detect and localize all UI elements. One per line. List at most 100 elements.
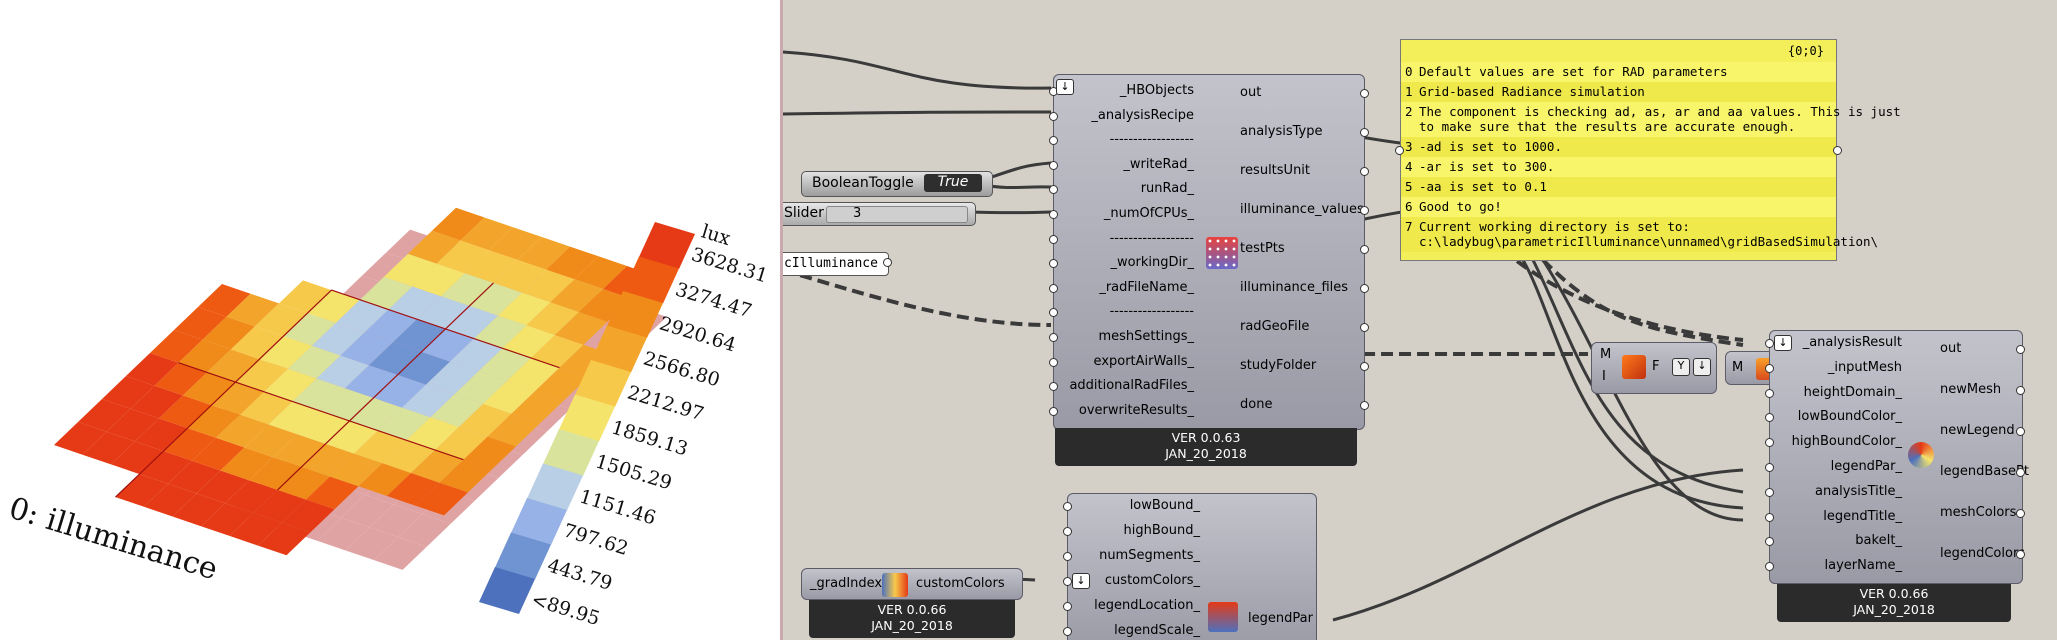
text-parameter-output-grip[interactable] [883, 258, 892, 267]
slider-track[interactable]: 3 [826, 206, 968, 223]
output-8[interactable]: done [1240, 397, 1272, 412]
input-4[interactable]: runRad_ [1064, 181, 1194, 196]
input-13[interactable]: overwriteResults_ [1064, 403, 1194, 418]
recolor-input-7[interactable]: legendTitle_ [1776, 509, 1902, 524]
output-grip-7[interactable] [1360, 362, 1369, 371]
input-9[interactable]: ------------------ [1064, 304, 1194, 319]
input-8[interactable]: _radFileName_ [1064, 280, 1194, 295]
input-7[interactable]: _workingDir_ [1064, 255, 1194, 270]
recolor-output-grip-3[interactable] [2016, 468, 2025, 477]
legend-par-output[interactable]: legendPar [1248, 611, 1313, 626]
recolor-output-4[interactable]: meshColors [1940, 505, 2016, 520]
input-grip-4[interactable] [1049, 185, 1058, 195]
recolor-input-grip-0[interactable] [1765, 339, 1774, 348]
legend-input-0[interactable]: lowBound_ [1074, 498, 1200, 513]
input-2[interactable]: ------------------ [1064, 132, 1194, 147]
boolean-toggle[interactable]: BooleanToggle True [801, 171, 993, 197]
recolor-input-2[interactable]: heightDomain_ [1776, 385, 1902, 400]
recolor-output-grip-4[interactable] [2016, 509, 2025, 518]
recolor-input-grip-6[interactable] [1765, 487, 1774, 497]
recolor-input-9[interactable]: layerName_ [1776, 558, 1902, 573]
recolor-input-8[interactable]: bakeIt_ [1776, 533, 1902, 548]
recolor-input-3[interactable]: lowBoundColor_ [1776, 409, 1902, 424]
input-grip-2[interactable] [1049, 136, 1058, 146]
output-grip-4[interactable] [1360, 245, 1369, 254]
panel-input-grip[interactable] [1395, 146, 1404, 155]
legend-input-4[interactable]: legendLocation_ [1074, 598, 1200, 613]
recolor-input-5[interactable]: legendPar_ [1776, 459, 1902, 474]
output-grip-1[interactable] [1360, 128, 1369, 137]
legend-input-3[interactable]: customColors_ [1074, 573, 1200, 588]
legend-input-1[interactable]: highBound_ [1074, 523, 1200, 538]
recolor-input-6[interactable]: analysisTitle_ [1776, 484, 1902, 499]
recolor-output-5[interactable]: legendColors [1940, 546, 2025, 561]
legend-input-grip-2[interactable] [1063, 552, 1072, 561]
output-7[interactable]: studyFolder [1240, 358, 1316, 373]
output-5[interactable]: illuminance_files [1240, 280, 1348, 295]
recolor-input-grip-4[interactable] [1765, 438, 1774, 448]
output-grip-6[interactable] [1360, 323, 1369, 332]
rhino-viewport[interactable]: 3628.31 3274.47 2920.64 2566.80 2212.97 1859.… [0, 0, 780, 640]
output-grip-2[interactable] [1360, 167, 1369, 176]
recolor-output-1[interactable]: newMesh [1940, 382, 2001, 397]
output-grip-5[interactable] [1360, 284, 1369, 293]
recolor-input-grip-2[interactable] [1765, 388, 1774, 398]
recolor-mesh-component[interactable]: _analysisResult _inputMesh heightDomain_lo… [1765, 330, 2029, 584]
recolor-input-grip-3[interactable] [1765, 413, 1774, 423]
gradient-colors-component[interactable]: _gradIndex customColors [801, 568, 1023, 600]
input-12[interactable]: additionalRadFiles_ [1064, 378, 1194, 393]
input-grip-1[interactable] [1049, 111, 1058, 121]
recolor-input-grip-1[interactable] [1765, 363, 1774, 373]
recolor-input-grip-9[interactable] [1765, 562, 1774, 572]
output-grip-3[interactable] [1360, 206, 1369, 215]
output-grip-8[interactable] [1360, 401, 1369, 410]
input-grip-8[interactable] [1049, 283, 1058, 293]
recolor-input-grip-7[interactable] [1765, 512, 1774, 522]
output-2[interactable]: resultsUnit [1240, 163, 1310, 178]
output-4[interactable]: testPts [1240, 241, 1285, 256]
legend-input-grip-4[interactable] [1063, 602, 1072, 611]
input-grip-3[interactable] [1049, 160, 1058, 170]
number-slider[interactable]: Slider 3 [783, 202, 976, 226]
input-grip-12[interactable] [1049, 382, 1058, 392]
output-6[interactable]: radGeoFile [1240, 319, 1309, 334]
legend-parameters-component[interactable]: lowBound_ highBound_ numSegments_ customCol… [1063, 493, 1317, 640]
legend-input-grip-0[interactable] [1063, 502, 1072, 511]
input-3[interactable]: _writeRad_ [1064, 157, 1194, 172]
input-6[interactable]: ------------------ [1064, 231, 1194, 246]
input-grip-9[interactable] [1049, 308, 1058, 318]
output-grip-0[interactable] [1360, 89, 1369, 98]
legend-input-grip-1[interactable] [1063, 527, 1072, 536]
recolor-output-2[interactable]: newLegend [1940, 423, 2015, 438]
recolor-input-0[interactable]: _analysisResult [1776, 335, 1902, 350]
input-grip-11[interactable] [1049, 357, 1058, 367]
run-daylight-analysis-component[interactable]: _HBObjects _analysisRecipe ---------------… [1049, 74, 1369, 430]
recolor-input-grip-5[interactable] [1765, 463, 1774, 472]
recolor-input-1[interactable]: _inputMesh [1776, 360, 1902, 375]
input-10[interactable]: meshSettings_ [1064, 329, 1195, 344]
recolor-output-grip-5[interactable] [2016, 550, 2025, 559]
input-grip-5[interactable] [1049, 210, 1058, 219]
recolor-output-grip-1[interactable] [2016, 386, 2025, 395]
input-11[interactable]: exportAirWalls_ [1064, 354, 1194, 369]
recolor-output-0[interactable]: out [1940, 341, 1961, 356]
panel-output-grip[interactable] [1833, 146, 1842, 155]
input-grip-13[interactable] [1049, 406, 1058, 416]
output-0[interactable]: out [1240, 85, 1261, 100]
input-grip-10[interactable] [1049, 333, 1058, 342]
legend-input-2[interactable]: numSegments_ [1074, 548, 1200, 563]
legend-input-5[interactable]: legendScale_ [1074, 623, 1200, 638]
output-panel[interactable]: {0;0} 0 Default values are set for RAD pa… [1400, 39, 1901, 261]
text-parameter[interactable]: cIlluminance [783, 252, 889, 276]
recolor-output-grip-0[interactable] [2016, 345, 2025, 354]
input-0[interactable]: _HBObjects [1064, 83, 1194, 98]
output-3[interactable]: illuminance_values [1240, 202, 1364, 217]
input-grip-7[interactable] [1049, 259, 1058, 269]
input-5[interactable]: _numOfCPUs_ [1064, 206, 1194, 221]
input-1[interactable]: _analysisRecipe [1064, 108, 1194, 123]
output-1[interactable]: analysisType [1240, 124, 1323, 139]
flatten-tree-component[interactable]: M I F Y ↓ [1591, 342, 1717, 394]
legend-input-grip-5[interactable] [1063, 627, 1072, 636]
recolor-input-grip-8[interactable] [1765, 537, 1774, 547]
recolor-output-grip-2[interactable] [2016, 427, 2025, 436]
